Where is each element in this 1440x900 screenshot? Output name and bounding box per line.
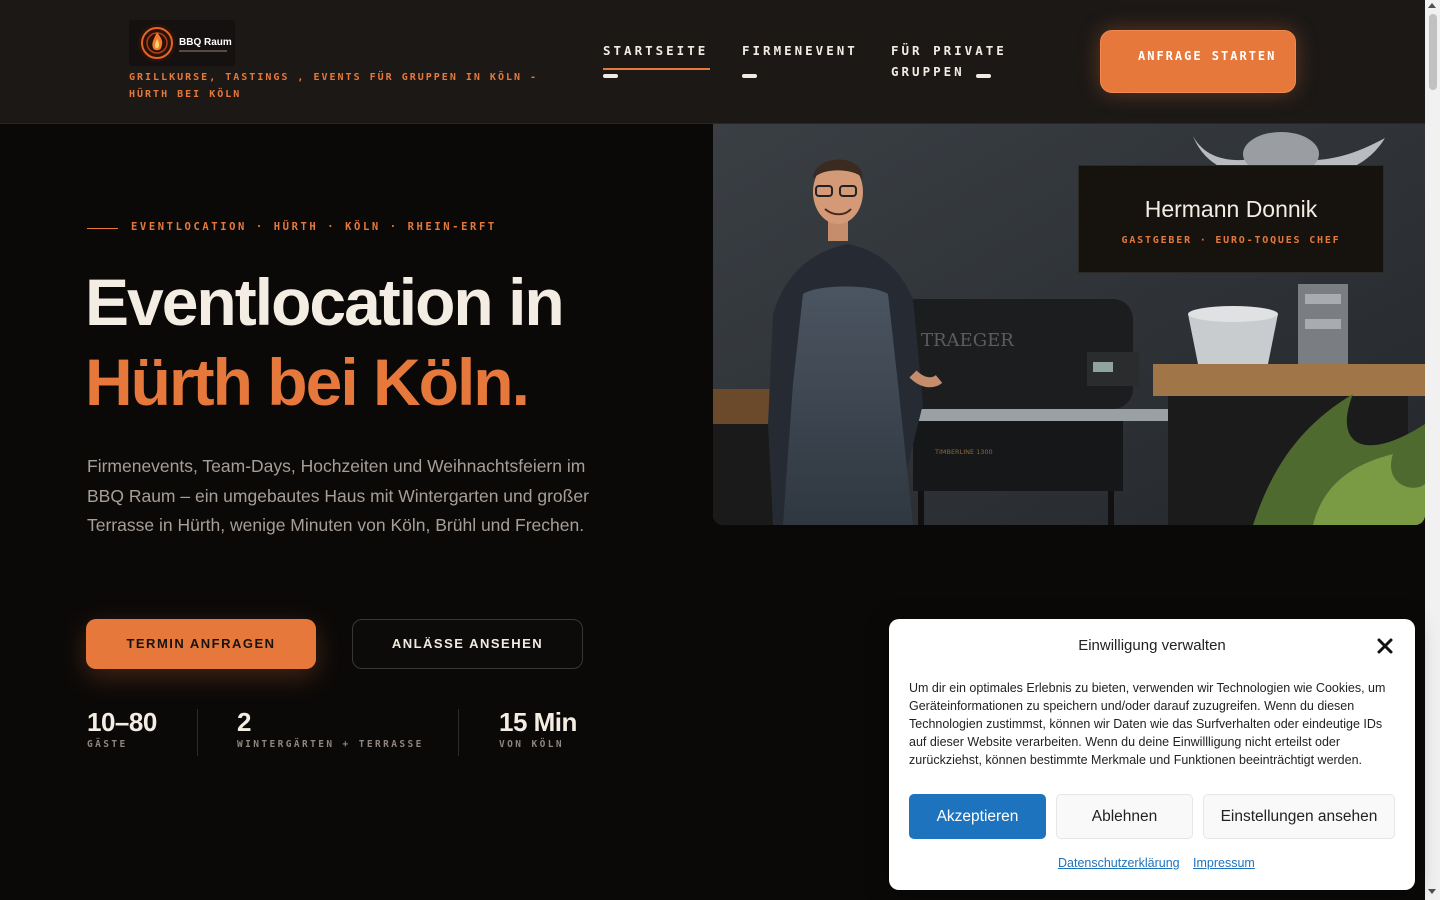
site-tagline: GRILLKURSE, TASTINGS , EVENTS FÜR GRUPPE… — [129, 72, 539, 100]
nav-item-startseite[interactable]: STARTSEITE — [603, 40, 708, 61]
page-scrollbar[interactable] — [1425, 0, 1440, 900]
cookie-dialog-text: Um dir ein optimales Erlebnis zu bieten,… — [909, 681, 1386, 767]
imprint-link[interactable]: Impressum — [1193, 856, 1255, 870]
nav-active-underline — [603, 68, 710, 70]
close-icon[interactable] — [1376, 637, 1394, 655]
stat-wintergarden: 2 WINTERGÄRTEN + TERRASSE — [237, 706, 424, 750]
nav-item-firmenevent[interactable]: FIRMENEVENT — [742, 40, 858, 61]
nav-item-private-gruppen[interactable]: FÜR PRIVATE GRUPPEN — [891, 40, 1016, 82]
stat-distance: 15 Min VON KÖLN — [499, 706, 577, 750]
host-role: GASTGEBER · EURO-TOQUES CHEF — [1121, 235, 1341, 246]
hero-title-line2: Hürth bei Köln. — [85, 345, 530, 419]
site-header: BBQ Raum GRILLKURSE, TASTINGS , EVENTS F… — [0, 0, 1425, 124]
stat-divider — [197, 709, 198, 756]
privacy-policy-link[interactable]: Datenschutzerklärung — [1058, 856, 1180, 870]
view-preferences-button[interactable]: Einstellungen ansehen — [1203, 794, 1395, 839]
hero-eyebrow: EVENTLOCATION · HÜRTH · KÖLN · RHEIN-ERF… — [131, 221, 497, 233]
cookie-consent-dialog: Einwilligung verwalten Um dir ein optima… — [889, 619, 1415, 890]
scroll-down-arrow-icon[interactable] — [1428, 889, 1436, 894]
deny-cookies-button[interactable]: Ablehnen — [1056, 794, 1193, 839]
stat-value: 10–80 — [87, 707, 157, 737]
hero-title: Eventlocation in Hürth bei Köln. — [85, 262, 565, 422]
stat-value: 2 — [237, 707, 251, 737]
host-name: Hermann Donnik — [1144, 196, 1318, 222]
stat-value: 15 Min — [499, 707, 577, 737]
logo-text: BBQ Raum — [179, 37, 232, 48]
stat-divider — [458, 709, 459, 756]
submenu-indicator-icon[interactable] — [603, 74, 618, 78]
stat-label: WINTERGÄRTEN + TERRASSE — [237, 739, 424, 750]
anlaesse-ansehen-button[interactable]: ANLÄSSE ANSEHEN — [352, 619, 583, 669]
grill-model-text: TIMBERLINE 1300 — [934, 448, 993, 456]
stat-label: VON KÖLN — [499, 739, 564, 750]
anfrage-starten-button[interactable]: ANFRAGE STARTEN — [1100, 30, 1296, 93]
accept-cookies-button[interactable]: Akzeptieren — [909, 794, 1046, 839]
hero-title-line1: Eventlocation in — [85, 265, 565, 339]
nav-item-label: FIRMENEVENT — [742, 43, 858, 58]
eyebrow-rule — [87, 228, 118, 229]
site-logo[interactable]: BBQ Raum — [129, 20, 235, 66]
stat-guests: 10–80 GÄSTE — [87, 706, 157, 750]
submenu-indicator-icon[interactable] — [742, 74, 757, 78]
grill-brand-text: TRAEGER — [921, 330, 1014, 351]
nav-item-label: STARTSEITE — [603, 43, 709, 58]
scrollbar-thumb[interactable] — [1429, 14, 1437, 90]
submenu-indicator-icon[interactable] — [976, 74, 991, 78]
cookie-dialog-title: Einwilligung verwalten — [1078, 637, 1226, 654]
hero-lead: Firmenevents, Team-Days, Hochzeiten und … — [87, 456, 589, 535]
stat-label: GÄSTE — [87, 739, 128, 750]
termin-anfragen-button[interactable]: TERMIN ANFRAGEN — [86, 619, 316, 669]
host-name-card: Hermann Donnik GASTGEBER · EURO-TOQUES C… — [1078, 165, 1384, 273]
scroll-up-arrow-icon[interactable] — [1428, 3, 1436, 8]
